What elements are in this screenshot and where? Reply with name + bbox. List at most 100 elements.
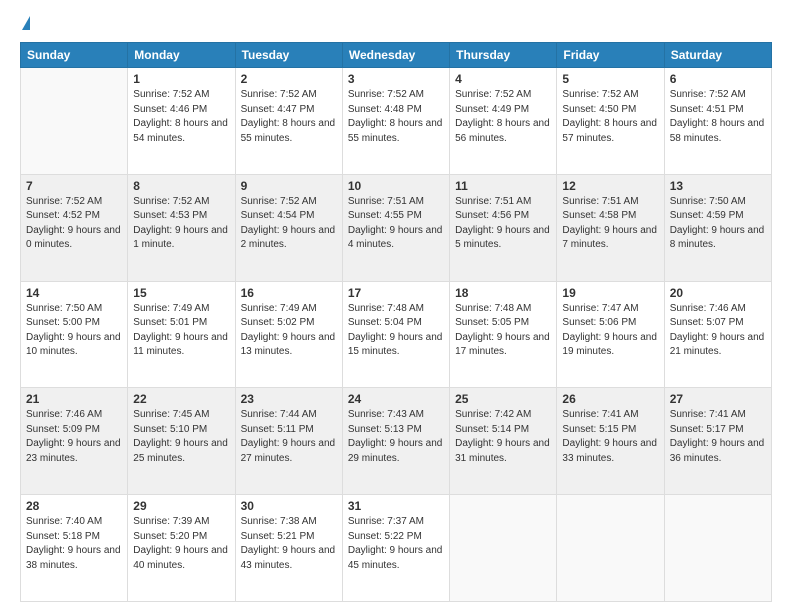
col-saturday: Saturday	[664, 43, 771, 68]
day-number: 20	[670, 286, 766, 300]
day-number: 7	[26, 179, 122, 193]
col-wednesday: Wednesday	[342, 43, 449, 68]
day-info: Sunrise: 7:48 AMSunset: 5:05 PMDaylight:…	[455, 302, 551, 360]
calendar-cell: 6 Sunrise: 7:52 AMSunset: 4:51 PMDaylight…	[664, 68, 771, 175]
day-info: Sunrise: 7:52 AMSunset: 4:48 PMDaylight:…	[348, 88, 444, 146]
day-number: 11	[455, 179, 551, 193]
day-info: Sunrise: 7:52 AMSunset: 4:47 PMDaylight:…	[241, 88, 337, 146]
calendar-cell: 10 Sunrise: 7:51 AMSunset: 4:55 PMDayligh…	[342, 174, 449, 281]
day-info: Sunrise: 7:43 AMSunset: 5:13 PMDaylight:…	[348, 408, 444, 466]
calendar-cell: 15Sunrise: 7:49 AMSunset: 5:01 PMDayligh…	[128, 281, 235, 388]
day-number: 17	[348, 286, 444, 300]
calendar-cell	[557, 495, 664, 602]
day-info: Sunrise: 7:52 AMSunset: 4:53 PMDaylight:…	[133, 195, 229, 253]
calendar-cell: 19 Sunrise: 7:47 AMSunset: 5:06 PMDayligh…	[557, 281, 664, 388]
calendar-week-row: 14 Sunrise: 7:50 AMSunset: 5:00 PMDayligh…	[21, 281, 772, 388]
calendar-cell: 1 Sunrise: 7:52 AMSunset: 4:46 PMDaylight…	[128, 68, 235, 175]
day-info: Sunrise: 7:42 AMSunset: 5:14 PMDaylight:…	[455, 408, 551, 466]
calendar-cell: 12 Sunrise: 7:51 AMSunset: 4:58 PMDayligh…	[557, 174, 664, 281]
col-thursday: Thursday	[450, 43, 557, 68]
calendar-cell: 26 Sunrise: 7:41 AMSunset: 5:15 PMDayligh…	[557, 388, 664, 495]
day-number: 6	[670, 72, 766, 86]
calendar-cell: 3Sunrise: 7:52 AMSunset: 4:48 PMDaylight…	[342, 68, 449, 175]
calendar-cell: 18Sunrise: 7:48 AMSunset: 5:05 PMDayligh…	[450, 281, 557, 388]
day-info: Sunrise: 7:52 AMSunset: 4:50 PMDaylight:…	[562, 88, 658, 146]
day-info: Sunrise: 7:37 AMSunset: 5:22 PMDaylight:…	[348, 515, 444, 573]
day-number: 9	[241, 179, 337, 193]
calendar-cell	[664, 495, 771, 602]
calendar-cell: 2 Sunrise: 7:52 AMSunset: 4:47 PMDaylight…	[235, 68, 342, 175]
calendar-cell: 9 Sunrise: 7:52 AMSunset: 4:54 PMDaylight…	[235, 174, 342, 281]
day-number: 31	[348, 499, 444, 513]
day-number: 16	[241, 286, 337, 300]
calendar-cell: 24 Sunrise: 7:43 AMSunset: 5:13 PMDayligh…	[342, 388, 449, 495]
day-info: Sunrise: 7:38 AMSunset: 5:21 PMDaylight:…	[241, 515, 337, 573]
day-number: 8	[133, 179, 229, 193]
day-number: 28	[26, 499, 122, 513]
day-info: Sunrise: 7:40 AMSunset: 5:18 PMDaylight:…	[26, 515, 122, 573]
calendar-cell: 20 Sunrise: 7:46 AMSunset: 5:07 PMDayligh…	[664, 281, 771, 388]
day-info: Sunrise: 7:52 AMSunset: 4:51 PMDaylight:…	[670, 88, 766, 146]
day-info: Sunrise: 7:45 AMSunset: 5:10 PMDaylight:…	[133, 408, 229, 466]
day-info: Sunrise: 7:50 AMSunset: 5:00 PMDaylight:…	[26, 302, 122, 360]
calendar-cell: 4 Sunrise: 7:52 AMSunset: 4:49 PMDaylight…	[450, 68, 557, 175]
day-number: 4	[455, 72, 551, 86]
day-info: Sunrise: 7:52 AMSunset: 4:54 PMDaylight:…	[241, 195, 337, 253]
calendar-cell: 30 Sunrise: 7:38 AMSunset: 5:21 PMDayligh…	[235, 495, 342, 602]
col-sunday: Sunday	[21, 43, 128, 68]
day-info: Sunrise: 7:46 AMSunset: 5:07 PMDaylight:…	[670, 302, 766, 360]
calendar-cell: 13 Sunrise: 7:50 AMSunset: 4:59 PMDayligh…	[664, 174, 771, 281]
calendar-cell: 14 Sunrise: 7:50 AMSunset: 5:00 PMDayligh…	[21, 281, 128, 388]
day-number: 5	[562, 72, 658, 86]
calendar-cell: 29Sunrise: 7:39 AMSunset: 5:20 PMDayligh…	[128, 495, 235, 602]
calendar-week-row: 21Sunrise: 7:46 AMSunset: 5:09 PMDayligh…	[21, 388, 772, 495]
day-info: Sunrise: 7:41 AMSunset: 5:17 PMDaylight:…	[670, 408, 766, 466]
calendar-cell: 25Sunrise: 7:42 AMSunset: 5:14 PMDayligh…	[450, 388, 557, 495]
day-number: 14	[26, 286, 122, 300]
day-info: Sunrise: 7:51 AMSunset: 4:55 PMDaylight:…	[348, 195, 444, 253]
day-number: 29	[133, 499, 229, 513]
logo-triangle-icon	[22, 16, 30, 30]
day-info: Sunrise: 7:52 AMSunset: 4:52 PMDaylight:…	[26, 195, 122, 253]
calendar-cell	[21, 68, 128, 175]
day-number: 12	[562, 179, 658, 193]
day-info: Sunrise: 7:47 AMSunset: 5:06 PMDaylight:…	[562, 302, 658, 360]
day-number: 2	[241, 72, 337, 86]
calendar-cell: 17Sunrise: 7:48 AMSunset: 5:04 PMDayligh…	[342, 281, 449, 388]
calendar-cell: 16 Sunrise: 7:49 AMSunset: 5:02 PMDayligh…	[235, 281, 342, 388]
calendar-week-row: 7 Sunrise: 7:52 AMSunset: 4:52 PMDaylight…	[21, 174, 772, 281]
day-number: 1	[133, 72, 229, 86]
day-number: 22	[133, 392, 229, 406]
calendar-cell: 28 Sunrise: 7:40 AMSunset: 5:18 PMDayligh…	[21, 495, 128, 602]
calendar-week-row: 28 Sunrise: 7:40 AMSunset: 5:18 PMDayligh…	[21, 495, 772, 602]
day-info: Sunrise: 7:46 AMSunset: 5:09 PMDaylight:…	[26, 408, 122, 466]
page-header	[20, 16, 772, 32]
day-info: Sunrise: 7:41 AMSunset: 5:15 PMDaylight:…	[562, 408, 658, 466]
day-info: Sunrise: 7:52 AMSunset: 4:46 PMDaylight:…	[133, 88, 229, 146]
calendar-cell: 11Sunrise: 7:51 AMSunset: 4:56 PMDayligh…	[450, 174, 557, 281]
day-info: Sunrise: 7:50 AMSunset: 4:59 PMDaylight:…	[670, 195, 766, 253]
day-number: 15	[133, 286, 229, 300]
calendar-cell: 7 Sunrise: 7:52 AMSunset: 4:52 PMDaylight…	[21, 174, 128, 281]
day-info: Sunrise: 7:51 AMSunset: 4:58 PMDaylight:…	[562, 195, 658, 253]
calendar-table: Sunday Monday Tuesday Wednesday Thursday…	[20, 42, 772, 602]
calendar-cell	[450, 495, 557, 602]
day-number: 10	[348, 179, 444, 193]
calendar-cell: 23Sunrise: 7:44 AMSunset: 5:11 PMDayligh…	[235, 388, 342, 495]
col-tuesday: Tuesday	[235, 43, 342, 68]
day-number: 24	[348, 392, 444, 406]
day-info: Sunrise: 7:44 AMSunset: 5:11 PMDaylight:…	[241, 408, 337, 466]
calendar-cell: 8 Sunrise: 7:52 AMSunset: 4:53 PMDaylight…	[128, 174, 235, 281]
day-info: Sunrise: 7:52 AMSunset: 4:49 PMDaylight:…	[455, 88, 551, 146]
calendar-cell: 31 Sunrise: 7:37 AMSunset: 5:22 PMDayligh…	[342, 495, 449, 602]
calendar-cell: 21Sunrise: 7:46 AMSunset: 5:09 PMDayligh…	[21, 388, 128, 495]
day-number: 26	[562, 392, 658, 406]
col-friday: Friday	[557, 43, 664, 68]
day-info: Sunrise: 7:49 AMSunset: 5:02 PMDaylight:…	[241, 302, 337, 360]
day-number: 13	[670, 179, 766, 193]
day-number: 19	[562, 286, 658, 300]
calendar-cell: 27 Sunrise: 7:41 AMSunset: 5:17 PMDayligh…	[664, 388, 771, 495]
day-number: 30	[241, 499, 337, 513]
day-number: 27	[670, 392, 766, 406]
calendar-cell: 22 Sunrise: 7:45 AMSunset: 5:10 PMDayligh…	[128, 388, 235, 495]
